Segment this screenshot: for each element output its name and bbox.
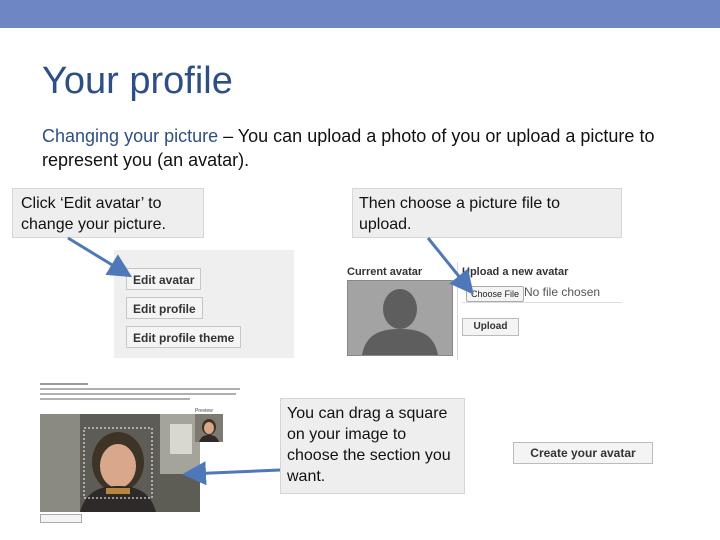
current-avatar-label: Current avatar (347, 266, 423, 278)
intro-highlight: Changing your picture (42, 126, 219, 146)
profile-menu-panel: Edit avatar Edit profile Edit profile th… (114, 250, 294, 358)
header-bar (0, 0, 720, 28)
person-photo-icon (40, 414, 200, 512)
upload-button[interactable]: Upload (462, 318, 519, 336)
no-file-chosen-text: No file chosen (524, 285, 601, 299)
user-photo[interactable] (40, 414, 200, 512)
edit-avatar-button[interactable]: Edit avatar (126, 268, 202, 290)
intro-text: Changing your picture – You can upload a… (42, 124, 682, 172)
create-avatar-button[interactable]: Create your avatar (513, 442, 653, 464)
callout-choose-file: Then choose a picture file to upload. (352, 188, 622, 238)
callout-drag-square: You can drag a square on your image to c… (280, 398, 465, 494)
crop-tiny-button[interactable] (40, 514, 82, 523)
avatar-preview (195, 414, 223, 442)
preview-face-icon (195, 414, 223, 442)
edit-profile-theme-button[interactable]: Edit profile theme (126, 326, 242, 348)
callout-edit-avatar: Click ‘Edit avatar’ to change your pictu… (12, 188, 204, 238)
blurred-text-lines (40, 383, 240, 400)
edit-profile-button[interactable]: Edit profile (126, 297, 203, 319)
avatar-silhouette-icon (348, 281, 452, 355)
crop-instructions-blur (40, 382, 245, 412)
current-avatar-image (347, 280, 453, 356)
crop-screenshot: Preview (38, 380, 280, 523)
choose-file-button[interactable]: Choose File (466, 286, 525, 302)
file-input[interactable]: Choose File No file chosen (462, 284, 622, 303)
upload-new-avatar-label: Upload a new avatar (462, 266, 569, 278)
slide-title: Your profile (42, 60, 233, 102)
upload-divider (457, 262, 458, 360)
